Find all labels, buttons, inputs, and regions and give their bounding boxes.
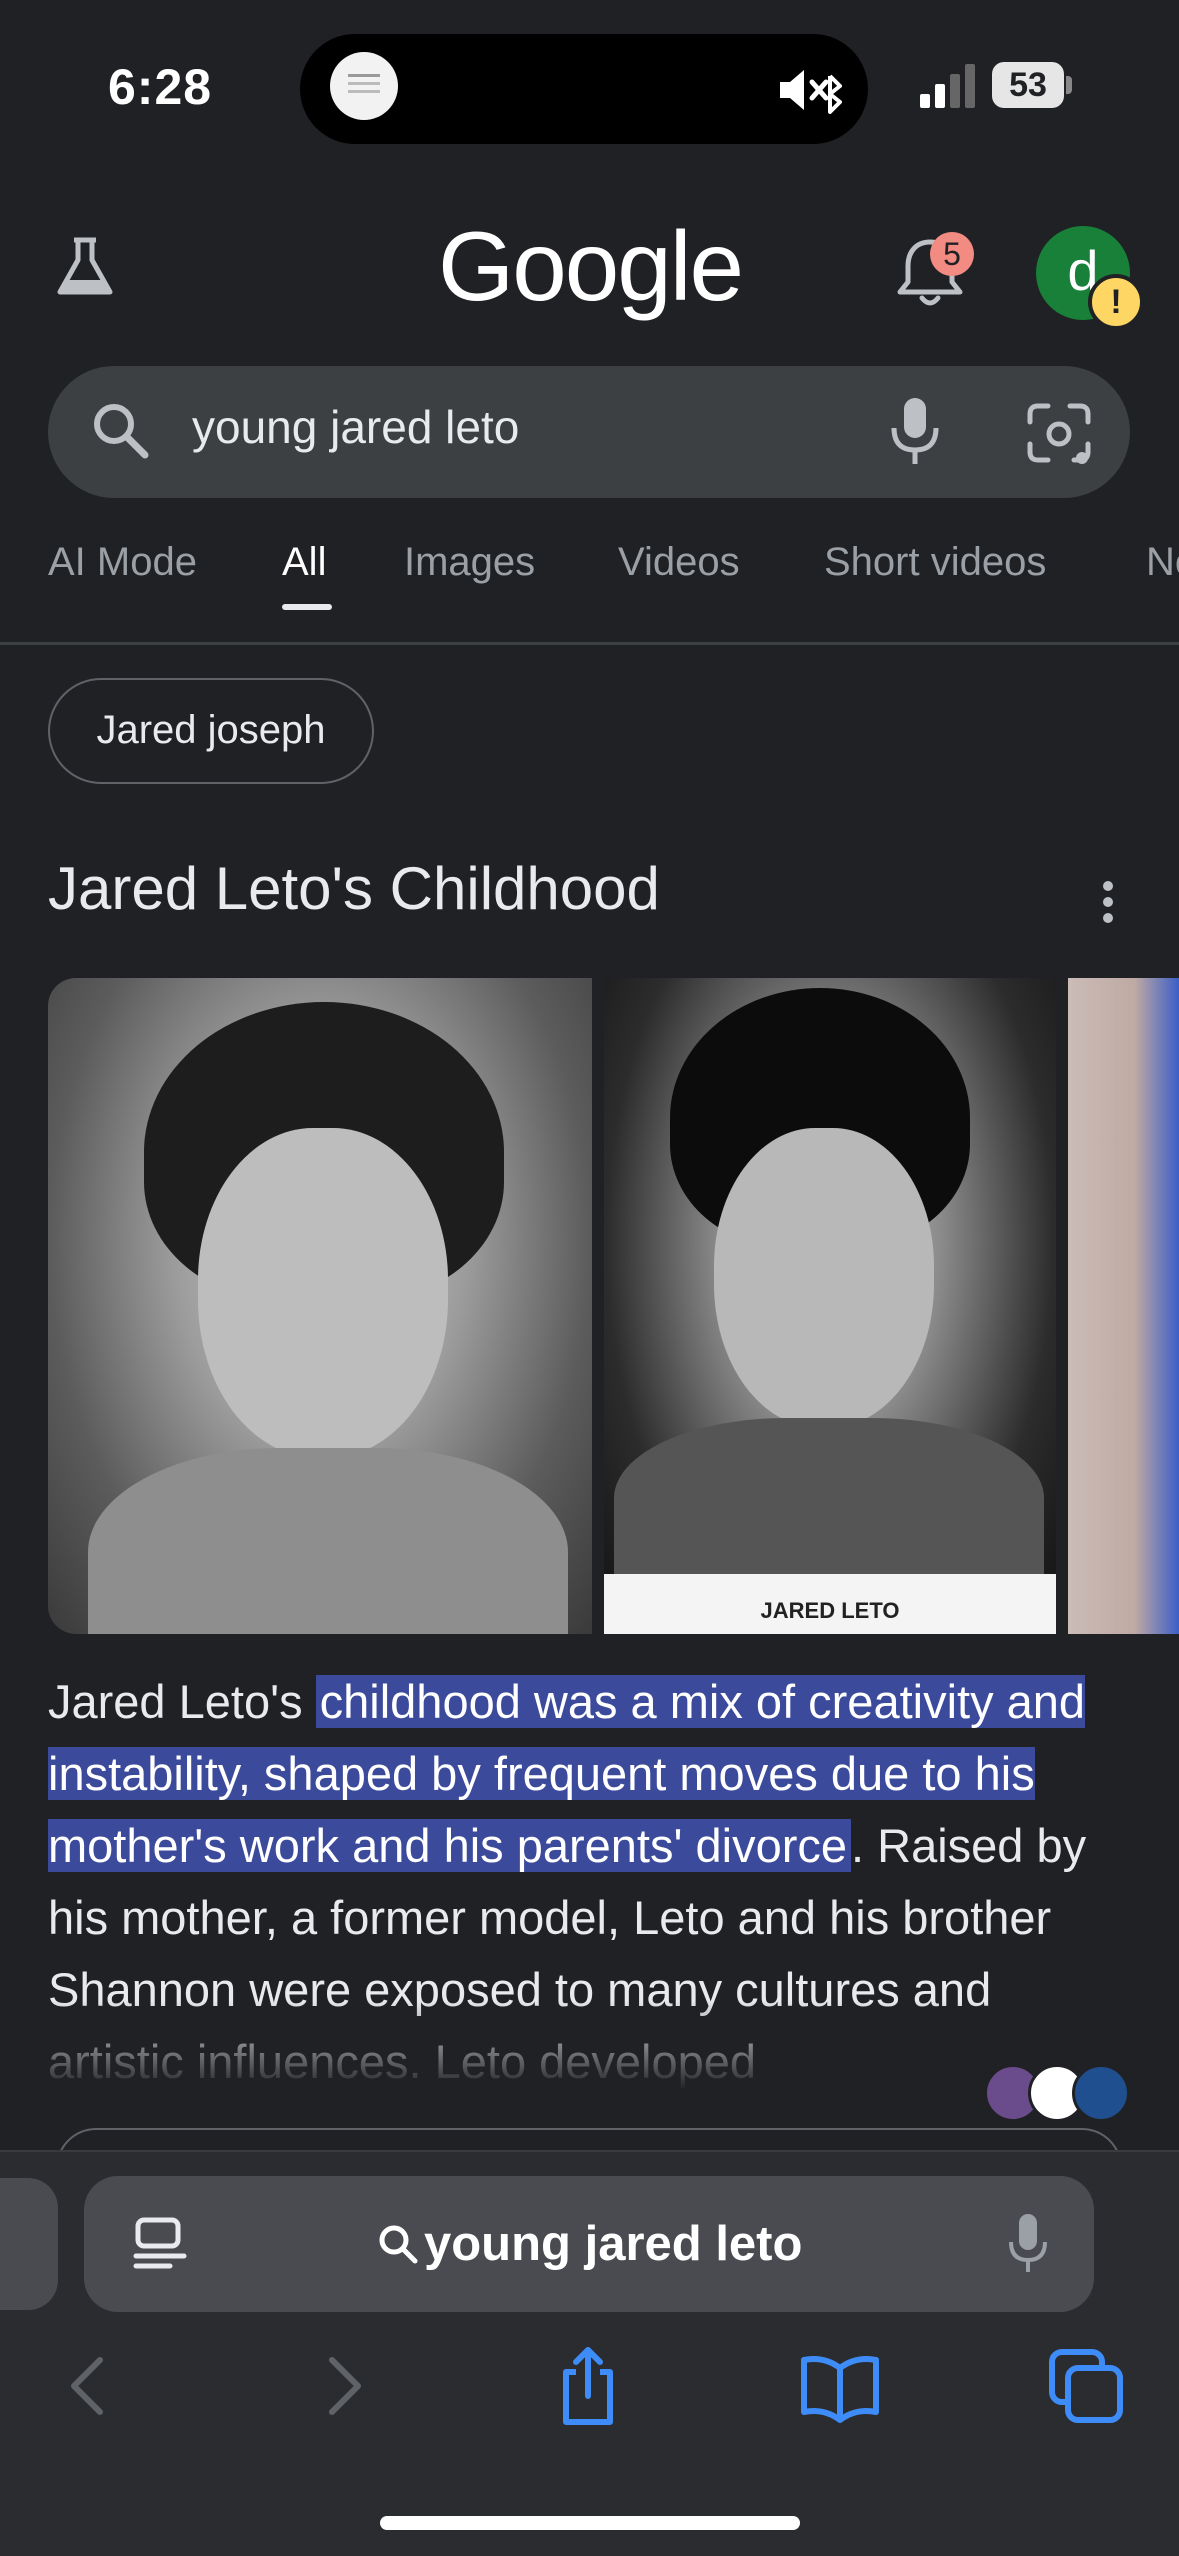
mute-icon	[780, 70, 842, 114]
tab-news[interactable]: Ne	[1146, 540, 1179, 585]
more-options-icon[interactable]	[1098, 878, 1118, 926]
now-playing-thumbnail	[330, 52, 398, 120]
childhood-photo-3-partial[interactable]	[1068, 978, 1179, 1634]
childhood-photo-2[interactable]: JARED LETO	[604, 978, 1056, 1634]
address-search-icon	[379, 2225, 418, 2264]
bookmarks-icon[interactable]	[798, 2346, 882, 2426]
google-lens-icon[interactable]	[1024, 400, 1094, 466]
address-bar-text[interactable]: young jared leto	[424, 2216, 802, 2272]
tabs-icon[interactable]	[1046, 2346, 1130, 2426]
tab-all[interactable]: All	[282, 540, 326, 585]
page-menu-icon[interactable]	[132, 2216, 188, 2274]
search-query-text[interactable]: young jared leto	[192, 400, 519, 454]
source-favicons[interactable]	[984, 2064, 1130, 2122]
labs-flask-icon[interactable]	[50, 232, 120, 302]
photo-face-shape	[714, 1128, 934, 1428]
voice-search-mic-icon[interactable]	[886, 396, 944, 468]
forward-icon[interactable]	[300, 2346, 384, 2426]
related-search-chip[interactable]: Jared joseph	[48, 678, 374, 784]
tab-images[interactable]: Images	[404, 540, 535, 585]
notification-count-badge: 5	[930, 232, 974, 276]
childhood-photo-1[interactable]	[48, 978, 592, 1634]
photo-shirt-shape	[88, 1448, 568, 1634]
google-logo: Google	[437, 211, 744, 321]
tab-ai-mode[interactable]: AI Mode	[48, 540, 197, 585]
battery-tip	[1066, 76, 1072, 94]
section-title: Jared Leto's Childhood	[48, 855, 660, 922]
active-tab-indicator	[282, 604, 332, 610]
tabs-divider	[0, 642, 1179, 645]
search-icon	[94, 404, 149, 459]
previous-tab-peek[interactable]	[0, 2178, 58, 2310]
home-indicator	[380, 2516, 800, 2530]
photo-face-shape	[198, 1128, 448, 1458]
tab-short-videos[interactable]: Short videos	[824, 540, 1046, 585]
signal-icon	[920, 64, 975, 108]
photo-caption: JARED LETO	[760, 1598, 900, 1623]
battery-level: 53	[992, 62, 1064, 108]
status-time: 6:28	[108, 59, 213, 115]
dictation-mic-icon[interactable]	[1006, 2212, 1050, 2276]
share-icon[interactable]	[546, 2346, 630, 2426]
account-warning-badge: !	[1088, 274, 1144, 330]
tab-videos[interactable]: Videos	[618, 540, 740, 585]
source-favicon-3	[1072, 2064, 1130, 2122]
back-icon[interactable]	[48, 2346, 132, 2426]
battery-icon: 53	[992, 62, 1074, 108]
overview-intro: Jared Leto's	[48, 1675, 316, 1728]
